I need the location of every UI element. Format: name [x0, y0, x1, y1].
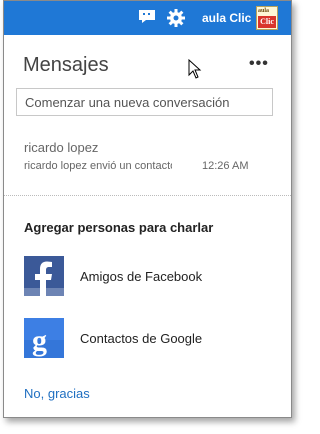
top-bar: aula Clic aula Clic [4, 1, 291, 35]
conversation-item[interactable]: ricardo lopez ricardo lopez envió un con… [4, 131, 291, 181]
svg-text:g: g [32, 324, 47, 357]
page-title: Mensajes [23, 54, 109, 76]
mouse-cursor-icon [188, 59, 202, 79]
new-conversation-input[interactable] [16, 88, 273, 116]
gear-icon[interactable] [167, 9, 185, 27]
avatar-text-bottom: Clic [258, 16, 276, 28]
messages-panel: aula Clic aula Clic Mensajes ••• ricardo… [3, 0, 292, 418]
google-contacts-button[interactable]: g Contactos de Google [24, 318, 264, 358]
facebook-label: Amigos de Facebook [80, 269, 203, 284]
chat-bubble-icon[interactable] [138, 9, 156, 24]
more-options-button[interactable]: ••• [249, 55, 269, 73]
avatar[interactable]: aula Clic [256, 6, 278, 30]
facebook-icon [24, 256, 64, 296]
facebook-friends-button[interactable]: Amigos de Facebook [24, 256, 264, 296]
conversation-name: ricardo lopez [24, 140, 99, 155]
username[interactable]: aula Clic [202, 11, 251, 25]
add-people-title: Agregar personas para charlar [24, 220, 214, 235]
no-thanks-link[interactable]: No, gracias [24, 386, 90, 401]
conversation-preview: ricardo lopez envió un contacto [24, 160, 172, 172]
divider [4, 195, 291, 196]
conversation-time: 12:26 AM [202, 160, 249, 172]
google-icon: g [24, 318, 64, 358]
avatar-text-top: aula [258, 8, 270, 14]
google-label: Contactos de Google [80, 331, 203, 346]
